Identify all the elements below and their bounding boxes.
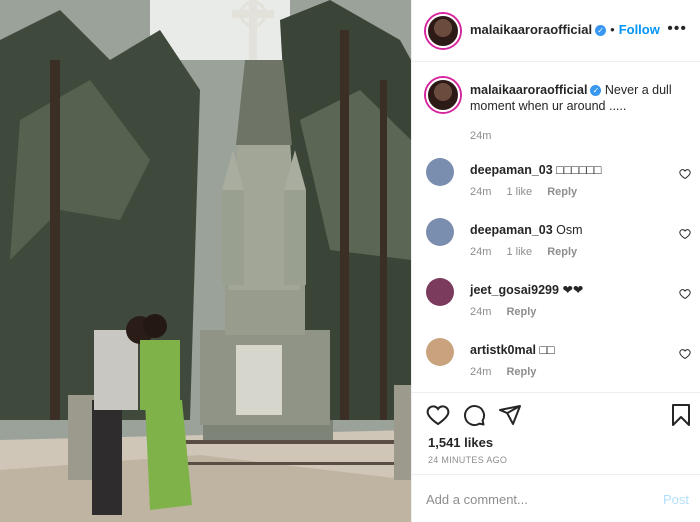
photo-scene (0, 0, 411, 522)
comment-text: □□ (539, 343, 555, 357)
verified-badge-icon: ✓ (595, 25, 607, 37)
likes-count[interactable]: 1,541 likes (428, 435, 493, 450)
reply-button[interactable]: Reply (547, 246, 577, 258)
comment-avatar[interactable] (426, 338, 454, 366)
post-actions: 1,541 likes 24 MINUTES AGO (412, 392, 700, 474)
comment-body: jeet_gosai9299 ❤❤ (470, 282, 670, 298)
comment-body: artistk0mal □□ (470, 342, 670, 358)
share-icon[interactable] (498, 403, 522, 427)
comment-time: 24m (470, 186, 492, 198)
comment-icon[interactable] (462, 403, 486, 427)
more-options-icon[interactable]: ••• (667, 20, 687, 38)
caption-time: 24m (470, 130, 492, 142)
author-avatar[interactable] (426, 14, 460, 48)
separator-dot: • (610, 22, 615, 37)
comment-username[interactable]: artistk0mal (470, 343, 536, 357)
comment-time: 24m (470, 246, 492, 258)
caption-username[interactable]: malaikaaroraofficial (470, 83, 587, 97)
comment-likes[interactable]: 1 like (506, 246, 532, 258)
follow-button[interactable]: Follow (619, 22, 660, 37)
reply-button[interactable]: Reply (547, 186, 577, 198)
comment-meta: 24m 1 like Reply (470, 246, 589, 258)
verified-badge-icon: ✓ (590, 85, 602, 97)
comment-avatar[interactable] (426, 278, 454, 306)
comment-like-heart-icon[interactable] (679, 228, 691, 240)
comment-username[interactable]: jeet_gosai9299 (470, 283, 559, 297)
bookmark-icon[interactable] (669, 403, 693, 427)
comment-item: deepaman_03 Osm 24m 1 like Reply (426, 218, 691, 268)
comment-body: deepaman_03 Osm (470, 222, 670, 238)
comment-text: □□□□□□ (556, 163, 602, 177)
comment-likes[interactable]: 1 like (506, 186, 532, 198)
author-username[interactable]: malaikaaroraofficial (470, 22, 592, 37)
comment-input[interactable] (426, 489, 646, 509)
comment-avatar[interactable] (426, 158, 454, 186)
comments-list[interactable]: malaikaaroraofficial ✓ Never a dull momen… (412, 62, 700, 392)
caption-text-block: malaikaaroraofficial ✓ Never a dull momen… (470, 82, 685, 144)
comment-text: ❤❤ (562, 283, 584, 297)
post-photo[interactable] (0, 0, 411, 522)
comment-meta: 24m 1 like Reply (470, 186, 589, 198)
comment-like-heart-icon[interactable] (679, 168, 691, 180)
post-header: malaikaaroraofficial ✓ • Follow ••• (412, 0, 700, 62)
post-timestamp: 24 MINUTES AGO (428, 455, 508, 465)
comment-username[interactable]: deepaman_03 (470, 223, 553, 237)
comment-like-heart-icon[interactable] (679, 288, 691, 300)
comment-body: deepaman_03 □□□□□□ (470, 162, 670, 178)
reply-button[interactable]: Reply (506, 306, 536, 318)
comment-username[interactable]: deepaman_03 (470, 163, 553, 177)
comment-meta: 24m Reply (470, 306, 548, 318)
comment-meta: 24m Reply (470, 366, 548, 378)
comment-time: 24m (470, 366, 492, 378)
comment-like-heart-icon[interactable] (679, 348, 691, 360)
comment-item: artistk0mal □□ 24m Reply (426, 338, 691, 388)
comment-item: deepaman_03 □□□□□□ 24m 1 like Reply (426, 158, 691, 208)
comment-avatar[interactable] (426, 218, 454, 246)
reply-button[interactable]: Reply (506, 366, 536, 378)
comment-item: jeet_gosai9299 ❤❤ 24m Reply (426, 278, 691, 328)
comment-time: 24m (470, 306, 492, 318)
author-line: malaikaaroraofficial ✓ • Follow (470, 22, 660, 37)
heart-icon[interactable] (426, 403, 450, 427)
post-side-panel: malaikaaroraofficial ✓ • Follow ••• malaika… (411, 0, 700, 522)
comment-text: Osm (556, 223, 583, 237)
caption-meta: 24m (470, 128, 685, 144)
caption-avatar[interactable] (426, 78, 460, 112)
post-comment-button[interactable]: Post (663, 492, 689, 507)
add-comment-bar: Post (412, 474, 700, 522)
